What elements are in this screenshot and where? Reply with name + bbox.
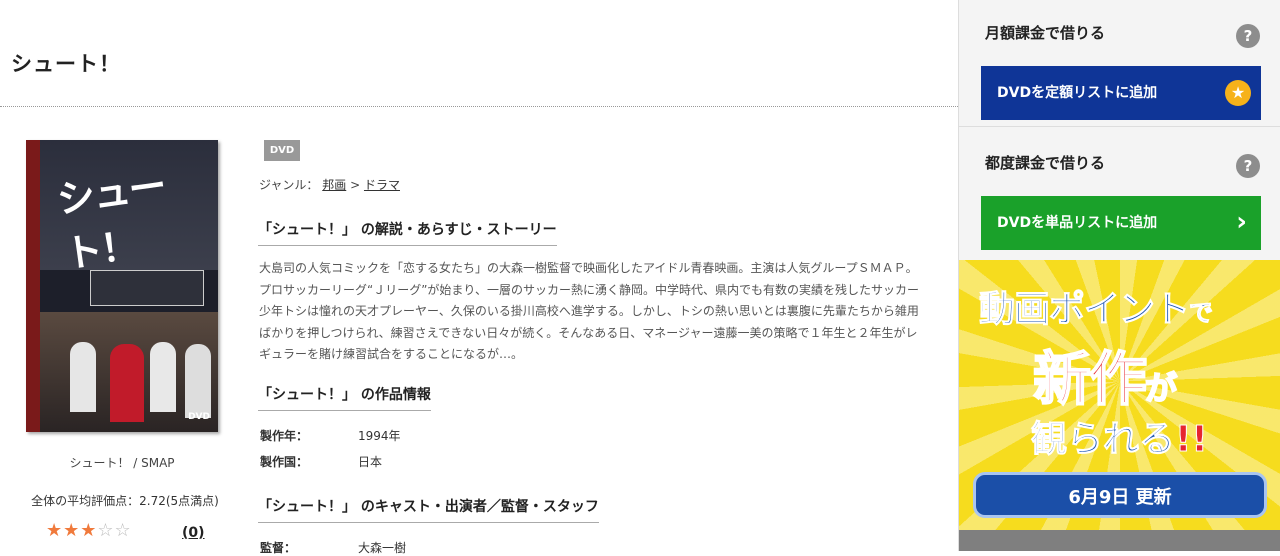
subgenre-link[interactable]: ドラマ	[364, 178, 400, 192]
cover-figure	[70, 342, 96, 412]
director-value: 大森一樹	[358, 541, 407, 555]
banner-line-2-text: 新作	[1032, 344, 1148, 414]
video-point-banner[interactable]: 動画ポイントで 新作が 観られる!! 6月9日 更新	[959, 260, 1280, 530]
banner-line-1: 動画ポイントで	[978, 280, 1214, 332]
director-label: 監督：	[260, 541, 297, 555]
cast-heading: 「シュート！」 のキャスト・出演者／監督・スタッフ	[258, 496, 599, 523]
banner-line-3-text: 観られる	[1030, 419, 1176, 461]
sidebar-bottom-strip	[959, 530, 1280, 551]
rating-stars: ★★★☆☆	[46, 520, 132, 541]
cover-logo: シュート！	[54, 162, 168, 277]
monthly-rental-title: 月額課金で借りる	[985, 24, 1106, 42]
banner-line-2: 新作が	[1032, 332, 1178, 416]
title-divider	[0, 106, 958, 107]
help-icon[interactable]: ?	[1236, 24, 1260, 48]
per-rental-title: 都度課金で借りる	[985, 154, 1106, 172]
empty-stars: ☆☆	[97, 520, 132, 541]
banner-update-date: 6月9日 更新	[973, 472, 1267, 518]
banner-line-1-particle: で	[1189, 299, 1214, 328]
help-icon[interactable]: ?	[1236, 154, 1260, 178]
synopsis-text: 大島司の人気コミックを「恋する女たち」の大森一樹監督で映画化したアイドル青春映画…	[259, 261, 919, 361]
production-country-value: 日本	[358, 455, 383, 469]
banner-line-2-particle: が	[1144, 368, 1178, 408]
add-to-single-list-button[interactable]: DVDを単品リストに追加 ›	[981, 196, 1261, 250]
genre-label: ジャンル：	[259, 178, 319, 192]
cover-spine	[26, 140, 40, 432]
page-title: シュート！	[11, 52, 121, 76]
banner-line-1-text: 動画ポイント	[978, 289, 1190, 331]
synopsis-heading: 「シュート！」 の解説・あらすじ・ストーリー	[258, 219, 557, 246]
banner-exclamation: !!	[1175, 419, 1209, 461]
average-rating-text: 全体の平均評価点：2.72(5点満点)	[31, 494, 219, 508]
production-year-value: 1994年	[358, 429, 401, 443]
dvd-cover-image[interactable]: シュート！ DVD	[26, 140, 218, 432]
review-count-link[interactable]: (0)	[182, 525, 205, 541]
production-country-label: 製作国：	[260, 455, 309, 469]
cover-caption: シュート！ / SMAP	[69, 456, 175, 470]
format-badge: DVD	[264, 140, 300, 161]
production-year-label: 製作年：	[260, 429, 309, 443]
add-to-monthly-list-label: DVDを定額リストに追加	[997, 85, 1158, 101]
filled-stars: ★★★	[46, 520, 98, 541]
genre-separator: >	[350, 178, 361, 192]
genre-link[interactable]: 邦画	[322, 178, 346, 192]
genre-breadcrumb: ジャンル： 邦画 > ドラマ	[259, 176, 400, 193]
add-to-single-list-label: DVDを単品リストに追加	[997, 215, 1158, 231]
banner-line-3: 観られる!!	[1030, 410, 1209, 462]
panel-divider	[959, 126, 1280, 127]
rental-sidebar: 月額課金で借りる ? DVDを定額リストに追加 ★ 都度課金で借りる ? DVD…	[958, 0, 1280, 551]
cover-dvd-mark: DVD	[188, 412, 210, 422]
cover-figure	[185, 344, 211, 418]
star-icon: ★	[1225, 80, 1251, 106]
cover-figure	[150, 342, 176, 412]
cover-figure	[110, 344, 144, 422]
work-info-heading: 「シュート！」 の作品情報	[258, 384, 431, 411]
add-to-monthly-list-button[interactable]: DVDを定額リストに追加 ★	[981, 66, 1261, 120]
cover-note-box	[90, 270, 204, 306]
chevron-right-icon: ›	[1236, 207, 1247, 237]
main-content: シュート！ シュート！ DVD シュート！ / SMAP 全体の平均評価点：2.…	[0, 0, 958, 555]
